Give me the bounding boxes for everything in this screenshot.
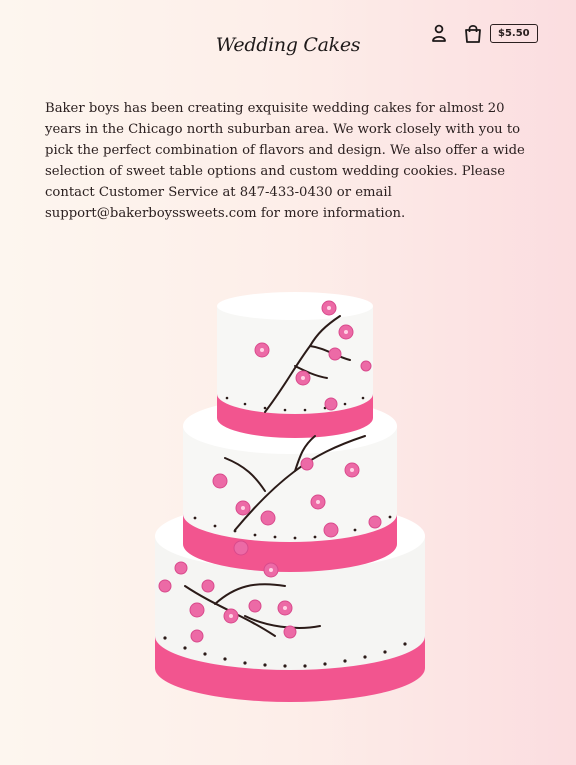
site-header: Wedding Cakes $5.50 [0, 0, 576, 80]
account-icon [432, 24, 446, 42]
cake-image [145, 286, 435, 716]
cart-icon [465, 24, 481, 43]
account-button[interactable] [428, 22, 450, 44]
cart-button[interactable] [462, 22, 484, 44]
header-icons: $5.50 [428, 22, 538, 44]
cart-total-button[interactable]: $5.50 [490, 23, 538, 43]
page-description: Baker boys has been creating exquisite w… [45, 101, 525, 221]
wedding-cake-illustration [155, 292, 425, 702]
